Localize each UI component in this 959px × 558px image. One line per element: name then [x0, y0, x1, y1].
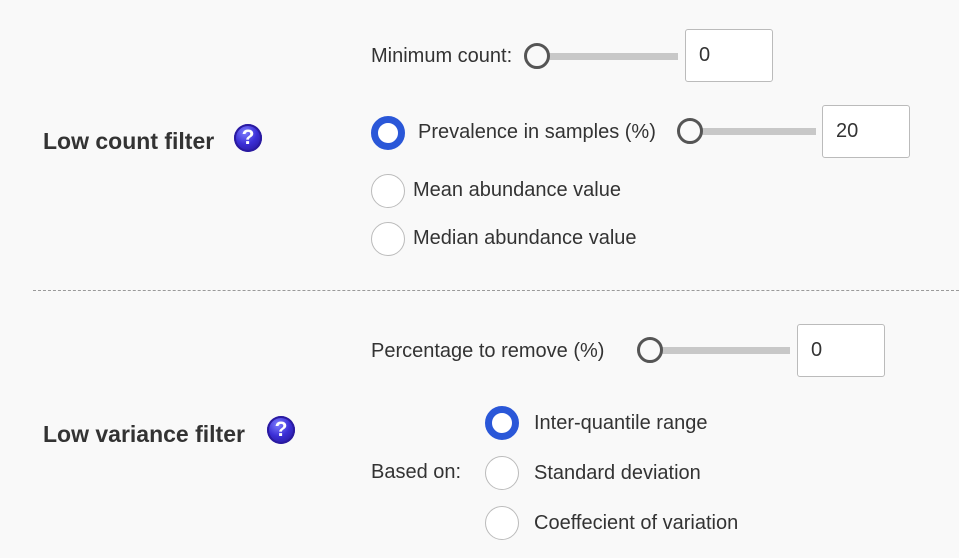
question-icon[interactable]: ?	[267, 416, 295, 444]
based-on-label: Based on:	[371, 461, 462, 483]
standard-deviation-label: Standard deviation	[534, 462, 701, 484]
percentage-input[interactable]	[797, 324, 885, 377]
radio-median-abundance[interactable]	[371, 222, 405, 256]
minimum-count-label: Minimum count:	[371, 45, 513, 67]
radio-coefficient-of-variation[interactable]	[485, 506, 519, 540]
radio-mean-abundance[interactable]	[371, 174, 405, 208]
question-icon[interactable]: ?	[234, 124, 262, 152]
mean-abundance-label: Mean abundance value	[413, 179, 621, 201]
radio-prevalence[interactable]	[371, 116, 405, 150]
prevalence-slider-track[interactable]	[690, 128, 816, 135]
minimum-count-slider-track[interactable]	[538, 53, 678, 60]
prevalence-label: Prevalence in samples (%)	[418, 121, 656, 143]
coefficient-of-variation-label: Coeffecient of variation	[534, 512, 739, 534]
percentage-to-remove-label: Percentage to remove (%)	[371, 340, 605, 362]
prevalence-slider-handle[interactable]	[677, 118, 703, 144]
prevalence-input[interactable]	[822, 105, 910, 158]
minimum-count-slider-handle[interactable]	[524, 43, 550, 69]
percentage-slider-track[interactable]	[650, 347, 790, 354]
radio-inter-quantile-range[interactable]	[485, 406, 519, 440]
section-divider	[33, 290, 959, 291]
low-count-filter-title: Low count filter	[43, 128, 215, 154]
low-variance-filter-title: Low variance filter	[43, 421, 245, 447]
median-abundance-label: Median abundance value	[413, 227, 637, 249]
percentage-slider-handle[interactable]	[637, 337, 663, 363]
minimum-count-input[interactable]	[685, 29, 773, 82]
inter-quantile-range-label: Inter-quantile range	[534, 412, 708, 434]
radio-standard-deviation[interactable]	[485, 456, 519, 490]
